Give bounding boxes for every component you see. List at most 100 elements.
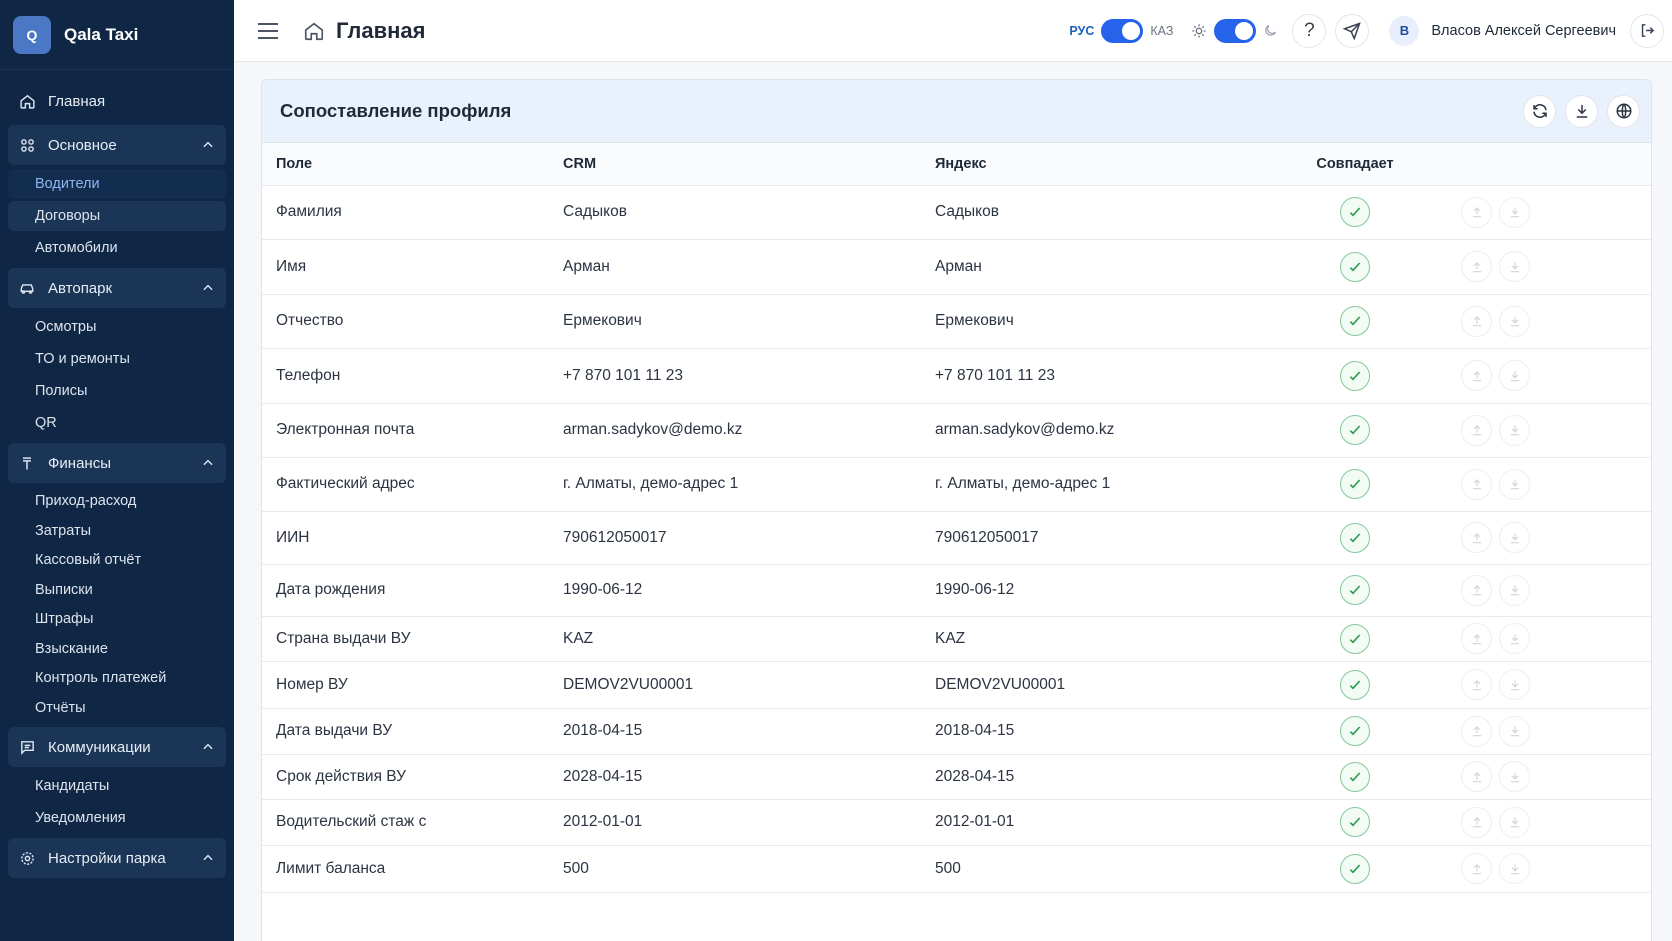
language-toggle[interactable] xyxy=(1101,18,1144,43)
push-to-yandex-button[interactable] xyxy=(1461,715,1492,747)
cell-crm: arman.sadykov@demo.kz xyxy=(549,403,921,458)
pull-from-yandex-button[interactable] xyxy=(1499,414,1530,446)
cell-yandex: Ермекович xyxy=(921,294,1271,349)
pull-from-yandex-button[interactable] xyxy=(1499,522,1530,553)
theme-toggle[interactable] xyxy=(1214,18,1257,43)
column-header-match: Совпадает xyxy=(1271,143,1439,186)
avatar[interactable]: В xyxy=(1389,15,1420,46)
push-to-yandex-button[interactable] xyxy=(1461,669,1492,700)
pull-from-yandex-button[interactable] xyxy=(1499,761,1530,792)
push-to-yandex-button[interactable] xyxy=(1461,761,1492,792)
pull-from-yandex-button[interactable] xyxy=(1499,806,1530,838)
tenge-icon xyxy=(18,454,36,472)
pull-from-yandex-button[interactable] xyxy=(1499,853,1530,884)
menu-icon[interactable] xyxy=(256,19,280,43)
sidebar-item-policies[interactable]: Полисы xyxy=(8,376,226,406)
cell-field: Отчество xyxy=(262,294,549,349)
user-name[interactable]: Власов Алексей Сергеевич xyxy=(1431,23,1616,39)
pull-from-yandex-button[interactable] xyxy=(1499,715,1530,747)
push-to-yandex-button[interactable] xyxy=(1461,806,1492,838)
upload-icon xyxy=(1470,815,1484,829)
sidebar-item-contracts[interactable]: Договоры xyxy=(8,201,226,231)
cell-match xyxy=(1271,457,1439,512)
pull-from-yandex-button[interactable] xyxy=(1499,574,1530,606)
sidebar-item-inspections[interactable]: Осмотры xyxy=(8,312,226,342)
sidebar-group-park-settings[interactable]: Настройки парка xyxy=(8,838,226,878)
push-to-yandex-button[interactable] xyxy=(1461,305,1492,337)
grid-icon xyxy=(18,136,36,154)
lang-kz-label[interactable]: КАЗ xyxy=(1150,24,1173,38)
sidebar-item-fines[interactable]: Штрафы xyxy=(8,605,226,634)
sidebar-item-cars[interactable]: Автомобили xyxy=(8,233,226,263)
cell-actions xyxy=(1439,348,1651,404)
cell-match xyxy=(1271,616,1439,662)
sidebar-item-qr[interactable]: QR xyxy=(8,408,226,438)
table-row: Страна выдачи ВУ KAZ KAZ xyxy=(262,616,1651,662)
sidebar-group-fleet[interactable]: Автопарк xyxy=(8,268,226,308)
cell-yandex: 1990-06-12 xyxy=(921,564,1271,617)
pull-from-yandex-button[interactable] xyxy=(1499,468,1530,500)
cell-actions xyxy=(1439,239,1651,295)
push-to-yandex-button[interactable] xyxy=(1461,468,1492,500)
refresh-button[interactable] xyxy=(1523,94,1556,128)
sidebar-item-home[interactable]: Главная xyxy=(8,82,226,120)
push-to-yandex-button[interactable] xyxy=(1461,623,1492,654)
sidebar-group-finance[interactable]: Финансы xyxy=(8,443,226,483)
pull-from-yandex-button[interactable] xyxy=(1499,196,1530,228)
card-header: Сопоставление профиля xyxy=(262,80,1651,143)
push-to-yandex-button[interactable] xyxy=(1461,414,1492,446)
cell-yandex: DEMOV2VU00001 xyxy=(921,661,1271,709)
sidebar-item-drivers[interactable]: Водители xyxy=(8,169,226,199)
download-button[interactable] xyxy=(1565,94,1598,128)
check-icon xyxy=(1340,669,1370,700)
home-icon[interactable] xyxy=(302,19,326,43)
table-row: Электронная почта arman.sadykov@demo.kz ar… xyxy=(262,403,1651,458)
sidebar-item-reports[interactable]: Отчёты xyxy=(8,694,226,723)
lang-ru-label[interactable]: РУС xyxy=(1069,24,1094,38)
check-icon xyxy=(1340,575,1370,605)
upload-icon xyxy=(1470,724,1484,738)
cell-crm: Ермекович xyxy=(549,294,921,349)
cell-crm: 2018-04-15 xyxy=(549,708,921,755)
cell-actions xyxy=(1439,511,1651,565)
cell-actions xyxy=(1439,294,1651,349)
chevron-up-icon xyxy=(200,455,216,471)
sidebar-item-statements[interactable]: Выписки xyxy=(8,576,226,605)
push-to-yandex-button[interactable] xyxy=(1461,853,1492,884)
sidebar-item-candidates[interactable]: Кандидаты xyxy=(8,771,226,801)
upload-icon xyxy=(1470,369,1484,383)
push-to-yandex-button[interactable] xyxy=(1461,196,1492,228)
sidebar-group-main[interactable]: Основное xyxy=(8,125,226,165)
sidebar-group-communications[interactable]: Коммуникации xyxy=(8,727,226,767)
cell-yandex: 500 xyxy=(921,845,1271,893)
sidebar-item-cash-report[interactable]: Кассовый отчёт xyxy=(8,546,226,575)
download-icon xyxy=(1508,369,1522,383)
push-to-yandex-button[interactable] xyxy=(1461,522,1492,553)
sidebar-item-payment-control[interactable]: Контроль платежей xyxy=(8,664,226,693)
push-to-yandex-button[interactable] xyxy=(1461,360,1492,391)
sidebar-nav: Главная Основное Водители Договоры Автом… xyxy=(0,70,234,878)
pull-from-yandex-button[interactable] xyxy=(1499,360,1530,391)
sidebar-item-notifications[interactable]: Уведомления xyxy=(8,803,226,833)
sidebar-item-costs[interactable]: Затраты xyxy=(8,517,226,546)
globe-button[interactable] xyxy=(1607,94,1640,128)
pull-from-yandex-button[interactable] xyxy=(1499,623,1530,654)
push-to-yandex-button[interactable] xyxy=(1461,251,1492,282)
cell-field: Водительский стаж с xyxy=(262,799,549,846)
telegram-button[interactable] xyxy=(1335,13,1370,48)
topbar-controls: РУС КАЗ ? В Власов Алексей Сергеевич xyxy=(1069,13,1672,48)
logout-button[interactable] xyxy=(1630,13,1664,48)
push-to-yandex-button[interactable] xyxy=(1461,574,1492,606)
pull-from-yandex-button[interactable] xyxy=(1499,669,1530,700)
pull-from-yandex-button[interactable] xyxy=(1499,305,1530,337)
sidebar-item-income-expense[interactable]: Приход-расход xyxy=(8,487,226,516)
sidebar-item-maintenance[interactable]: ТО и ремонты xyxy=(8,344,226,374)
sidebar-item-collection[interactable]: Взыскание xyxy=(8,635,226,664)
brand[interactable]: Q Qala Taxi xyxy=(0,0,234,70)
cell-crm: +7 870 101 11 23 xyxy=(549,348,921,404)
sidebar-group-label: Коммуникации xyxy=(48,738,151,756)
pull-from-yandex-button[interactable] xyxy=(1499,251,1530,282)
check-icon xyxy=(1340,522,1370,553)
help-button[interactable]: ? xyxy=(1292,13,1327,48)
sidebar-group-label: Основное xyxy=(48,136,117,154)
